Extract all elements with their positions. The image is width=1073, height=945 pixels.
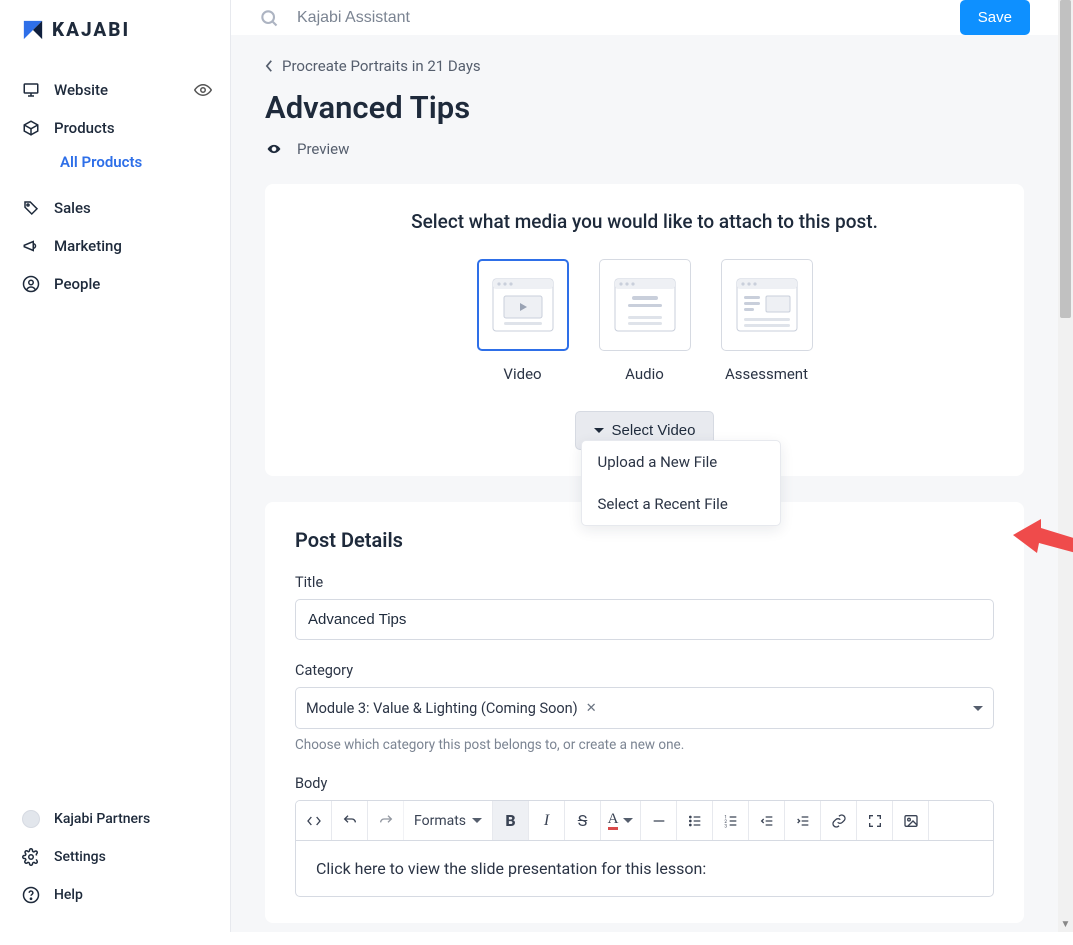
- media-type-label: Assessment: [725, 365, 808, 383]
- toolbar-bold-button[interactable]: B: [493, 801, 529, 840]
- svg-text:3: 3: [724, 823, 727, 828]
- sidebar: KAJABI Website Products All Products Sal…: [0, 0, 231, 932]
- category-label: Category: [295, 662, 994, 679]
- post-details-card: Post Details Title Category Module 3: Va…: [265, 502, 1024, 923]
- avatar-icon: [22, 810, 40, 828]
- sidebar-item-label: Products: [54, 119, 115, 137]
- sidebar-item-help[interactable]: Help: [8, 876, 222, 914]
- media-type-assessment[interactable]: Assessment: [721, 259, 813, 383]
- toolbar-hr-button[interactable]: [641, 801, 677, 840]
- sidebar-item-people[interactable]: People: [8, 265, 222, 303]
- toolbar-link-button[interactable]: [821, 801, 857, 840]
- toolbar-outdent-button[interactable]: [749, 801, 785, 840]
- editor-body[interactable]: Click here to view the slide presentatio…: [296, 841, 993, 896]
- select-video-menu: Upload a New File Select a Recent File: [581, 440, 781, 526]
- scrollbar-thumb[interactable]: [1060, 0, 1071, 318]
- media-type-label: Audio: [625, 365, 664, 383]
- sidebar-item-sales[interactable]: Sales: [8, 189, 222, 227]
- chevron-left-icon: [265, 59, 274, 73]
- video-tile-icon: [492, 278, 554, 332]
- audio-tile-icon: [614, 278, 676, 332]
- topbar: Save: [231, 0, 1058, 35]
- sidebar-item-settings[interactable]: Settings: [8, 838, 222, 876]
- preview-label: Preview: [297, 140, 349, 158]
- sidebar-item-label: Help: [54, 887, 83, 903]
- toolbar-italic-button[interactable]: I: [529, 801, 565, 840]
- brand-name: KAJABI: [52, 18, 130, 41]
- caret-down-icon: [472, 818, 482, 823]
- chip-remove-icon[interactable]: ✕: [586, 701, 597, 716]
- sidebar-subitem-all-products[interactable]: All Products: [60, 147, 222, 189]
- brand-logo[interactable]: KAJABI: [22, 18, 208, 41]
- media-card: Select what media you would like to atta…: [265, 184, 1024, 476]
- menu-item-upload-new[interactable]: Upload a New File: [582, 441, 780, 483]
- breadcrumb[interactable]: Procreate Portraits in 21 Days: [265, 57, 1024, 75]
- user-circle-icon: [22, 275, 40, 293]
- category-hint: Choose which category this post belongs …: [295, 737, 994, 753]
- editor-toolbar: Formats B I S A 123: [296, 801, 993, 841]
- scroll-down-icon[interactable]: ▼: [1058, 917, 1073, 932]
- sidebar-item-marketing[interactable]: Marketing: [8, 227, 222, 265]
- title-input[interactable]: [295, 599, 994, 640]
- sidebar-item-label: Website: [54, 81, 108, 99]
- sidebar-item-label: Marketing: [54, 237, 122, 255]
- toolbar-redo-button[interactable]: [368, 801, 404, 840]
- toolbar-fullscreen-button[interactable]: [857, 801, 893, 840]
- sidebar-item-products[interactable]: Products: [8, 109, 222, 147]
- monitor-icon: [22, 81, 40, 99]
- media-type-video[interactable]: Video: [477, 259, 569, 383]
- media-type-label: Video: [503, 365, 541, 383]
- caret-down-icon: [623, 818, 633, 823]
- preview-link[interactable]: Preview: [265, 140, 1024, 158]
- toolbar-ol-button[interactable]: 123: [713, 801, 749, 840]
- save-button[interactable]: Save: [960, 0, 1030, 35]
- rich-text-editor: Formats B I S A 123: [295, 800, 994, 897]
- tag-icon: [22, 199, 40, 217]
- assessment-tile-icon: [736, 278, 798, 332]
- category-select[interactable]: Module 3: Value & Lighting (Coming Soon)…: [295, 687, 994, 729]
- breadcrumb-label: Procreate Portraits in 21 Days: [282, 57, 481, 75]
- body-label: Body: [295, 775, 994, 792]
- select-video-label: Select Video: [612, 422, 696, 439]
- media-type-audio[interactable]: Audio: [599, 259, 691, 383]
- kajabi-logo-icon: [22, 19, 44, 41]
- category-chip-label: Module 3: Value & Lighting (Coming Soon): [306, 700, 578, 717]
- toolbar-image-button[interactable]: [893, 801, 929, 840]
- eye-icon[interactable]: [194, 81, 212, 99]
- gear-icon: [22, 848, 40, 866]
- search-icon: [259, 8, 279, 28]
- sidebar-item-website[interactable]: Website: [8, 71, 222, 109]
- toolbar-text-color-button[interactable]: A: [601, 801, 641, 840]
- toolbar-formats-button[interactable]: Formats: [404, 801, 493, 840]
- search-input[interactable]: [297, 9, 942, 27]
- sidebar-item-label: Sales: [54, 199, 91, 217]
- media-prompt: Select what media you would like to atta…: [295, 210, 994, 233]
- vertical-scrollbar[interactable]: ▲ ▼: [1058, 0, 1073, 932]
- caret-down-icon: [973, 706, 983, 711]
- toolbar-strike-button[interactable]: S: [565, 801, 601, 840]
- page-title: Advanced Tips: [265, 89, 1024, 126]
- formats-label: Formats: [414, 813, 466, 829]
- megaphone-icon: [22, 237, 40, 255]
- help-icon: [22, 886, 40, 904]
- menu-item-select-recent[interactable]: Select a Recent File: [582, 483, 780, 525]
- sidebar-item-label: Settings: [54, 849, 106, 865]
- toolbar-undo-button[interactable]: [332, 801, 368, 840]
- sidebar-item-label: Kajabi Partners: [54, 811, 150, 827]
- toolbar-ul-button[interactable]: [677, 801, 713, 840]
- toolbar-code-button[interactable]: [296, 801, 332, 840]
- post-details-heading: Post Details: [295, 528, 994, 552]
- toolbar-indent-button[interactable]: [785, 801, 821, 840]
- caret-down-icon: [594, 428, 604, 433]
- eye-icon: [265, 142, 283, 156]
- main-area: Save Procreate Portraits in 21 Days Adva…: [231, 0, 1058, 932]
- sidebar-item-label: People: [54, 275, 100, 293]
- sidebar-item-partners[interactable]: Kajabi Partners: [8, 800, 222, 838]
- title-label: Title: [295, 574, 994, 591]
- box-icon: [22, 119, 40, 137]
